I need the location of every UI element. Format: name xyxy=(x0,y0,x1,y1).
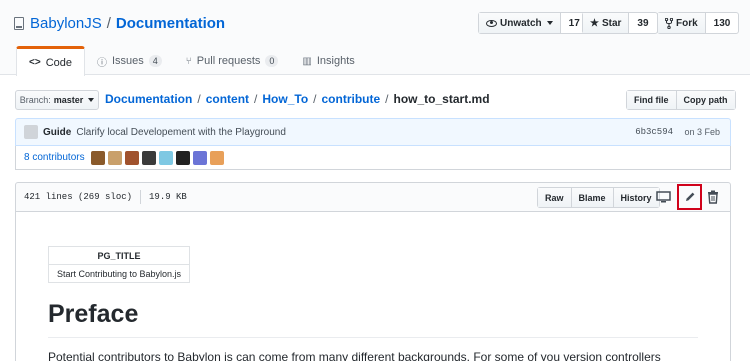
file-content xyxy=(15,212,731,361)
breadcrumb-content[interactable]: content xyxy=(206,92,249,106)
star-count[interactable]: 39 xyxy=(629,13,656,33)
unwatch-button[interactable]: Unwatch xyxy=(479,13,561,33)
commit-sha[interactable]: 6b3c594 xyxy=(635,127,673,137)
chevron-down-icon xyxy=(546,21,553,25)
avatar[interactable] xyxy=(124,150,139,165)
edit-file-button[interactable] xyxy=(677,184,702,210)
fork-icon xyxy=(665,17,673,29)
issues-count-badge: 4 xyxy=(148,55,162,67)
chevron-down-icon xyxy=(88,98,95,102)
trash-icon[interactable] xyxy=(707,190,719,204)
issue-icon: ⓘ xyxy=(96,57,107,69)
metadata-table: PG_TITLE Start Contributing to Babylon.j… xyxy=(48,246,190,283)
copy-path-button[interactable]: Copy path xyxy=(675,91,735,109)
avatar[interactable] xyxy=(90,150,105,165)
table-header: PG_TITLE xyxy=(48,246,190,265)
star-label: Star xyxy=(601,17,622,29)
breadcrumb-documentation[interactable]: Documentation xyxy=(105,92,192,106)
divider xyxy=(48,337,698,338)
tab-issues[interactable]: ⓘ Issues 4 xyxy=(85,46,174,76)
tab-insights[interactable]: ▥ Insights xyxy=(290,46,366,76)
fork-group: Fork 130 xyxy=(657,12,740,34)
repo-name-link[interactable]: Documentation xyxy=(116,15,225,32)
table-cell: Start Contributing to Babylon.js xyxy=(48,264,190,283)
blame-button[interactable]: Blame xyxy=(570,188,613,207)
avatar[interactable] xyxy=(107,150,122,165)
repo-owner-link[interactable]: BabylonJS xyxy=(30,15,102,32)
code-icon: <> xyxy=(29,57,41,68)
commit-date: on 3 Feb xyxy=(684,127,720,137)
breadcrumb-separator: / xyxy=(197,92,201,106)
watch-group: Unwatch 17 xyxy=(478,12,589,34)
latest-commit: Guide Clarify local Developement with th… xyxy=(15,118,731,146)
fork-count[interactable]: 130 xyxy=(706,13,739,33)
avatar[interactable] xyxy=(158,150,173,165)
branch-select[interactable]: Branch: master xyxy=(15,90,99,110)
find-file-button[interactable]: Find file xyxy=(627,91,676,109)
eye-icon xyxy=(486,19,497,27)
fork-button[interactable]: Fork xyxy=(658,13,706,33)
branch-prefix: Branch: xyxy=(19,95,51,105)
repo-icon xyxy=(14,16,24,30)
file-actions: Find file Copy path xyxy=(626,90,736,110)
file-view-buttons: Raw Blame History xyxy=(537,187,660,208)
file-lines: 421 lines (269 sloc) xyxy=(24,192,133,202)
breadcrumb-separator: / xyxy=(385,92,389,106)
divider xyxy=(140,190,142,204)
breadcrumb-how-to[interactable]: How_To xyxy=(262,92,308,106)
fork-label: Fork xyxy=(676,17,698,29)
commit-author[interactable]: Guide xyxy=(43,127,71,138)
graph-icon: ▥ xyxy=(302,55,312,67)
contributors-bar: 8 contributors xyxy=(15,146,731,170)
avatar[interactable] xyxy=(24,125,38,139)
repo-nav: <> Code ⓘ Issues 4 ⑂ Pull requests 0 ▥ I… xyxy=(16,46,367,76)
breadcrumb-separator: / xyxy=(313,92,317,106)
tab-code[interactable]: <> Code xyxy=(16,46,85,76)
pull-request-icon: ⑂ xyxy=(185,55,192,67)
tab-insights-label: Insights xyxy=(316,55,355,67)
pencil-icon xyxy=(685,192,694,201)
page-heading: Preface xyxy=(48,300,139,328)
commit-message[interactable]: Clarify local Developement with the Play… xyxy=(76,127,286,138)
star-icon: ★ xyxy=(590,17,599,29)
unwatch-label: Unwatch xyxy=(500,17,542,29)
avatar[interactable] xyxy=(141,150,156,165)
file-size: 19.9 KB xyxy=(149,192,187,202)
star-group: ★ Star 39 xyxy=(582,12,658,34)
avatar[interactable] xyxy=(192,150,207,165)
tab-pull-requests-label: Pull requests xyxy=(196,55,261,67)
tab-code-label: Code xyxy=(45,56,72,69)
repo-title: BabylonJS / Documentation xyxy=(14,12,225,34)
raw-button[interactable]: Raw xyxy=(538,188,571,207)
contributors-link[interactable]: 8 contributors xyxy=(24,152,85,163)
avatar[interactable] xyxy=(209,150,224,165)
star-button[interactable]: ★ Star xyxy=(583,13,630,33)
desktop-icon[interactable] xyxy=(656,191,671,203)
branch-name: master xyxy=(53,95,84,105)
pull-requests-count-badge: 0 xyxy=(265,55,279,67)
history-button[interactable]: History xyxy=(612,188,659,207)
tab-pull-requests[interactable]: ⑂ Pull requests 0 xyxy=(174,46,291,76)
repo-separator: / xyxy=(106,14,111,32)
breadcrumb-separator: / xyxy=(254,92,258,106)
breadcrumb-contribute[interactable]: contribute xyxy=(322,92,381,106)
breadcrumb: Documentation / content / How_To / contr… xyxy=(105,92,490,106)
content-paragraph: Potential contributors to Babylon is can… xyxy=(48,350,661,361)
tab-issues-label: Issues xyxy=(111,55,144,67)
avatar[interactable] xyxy=(175,150,190,165)
breadcrumb-current-file: how_to_start.md xyxy=(393,92,490,106)
